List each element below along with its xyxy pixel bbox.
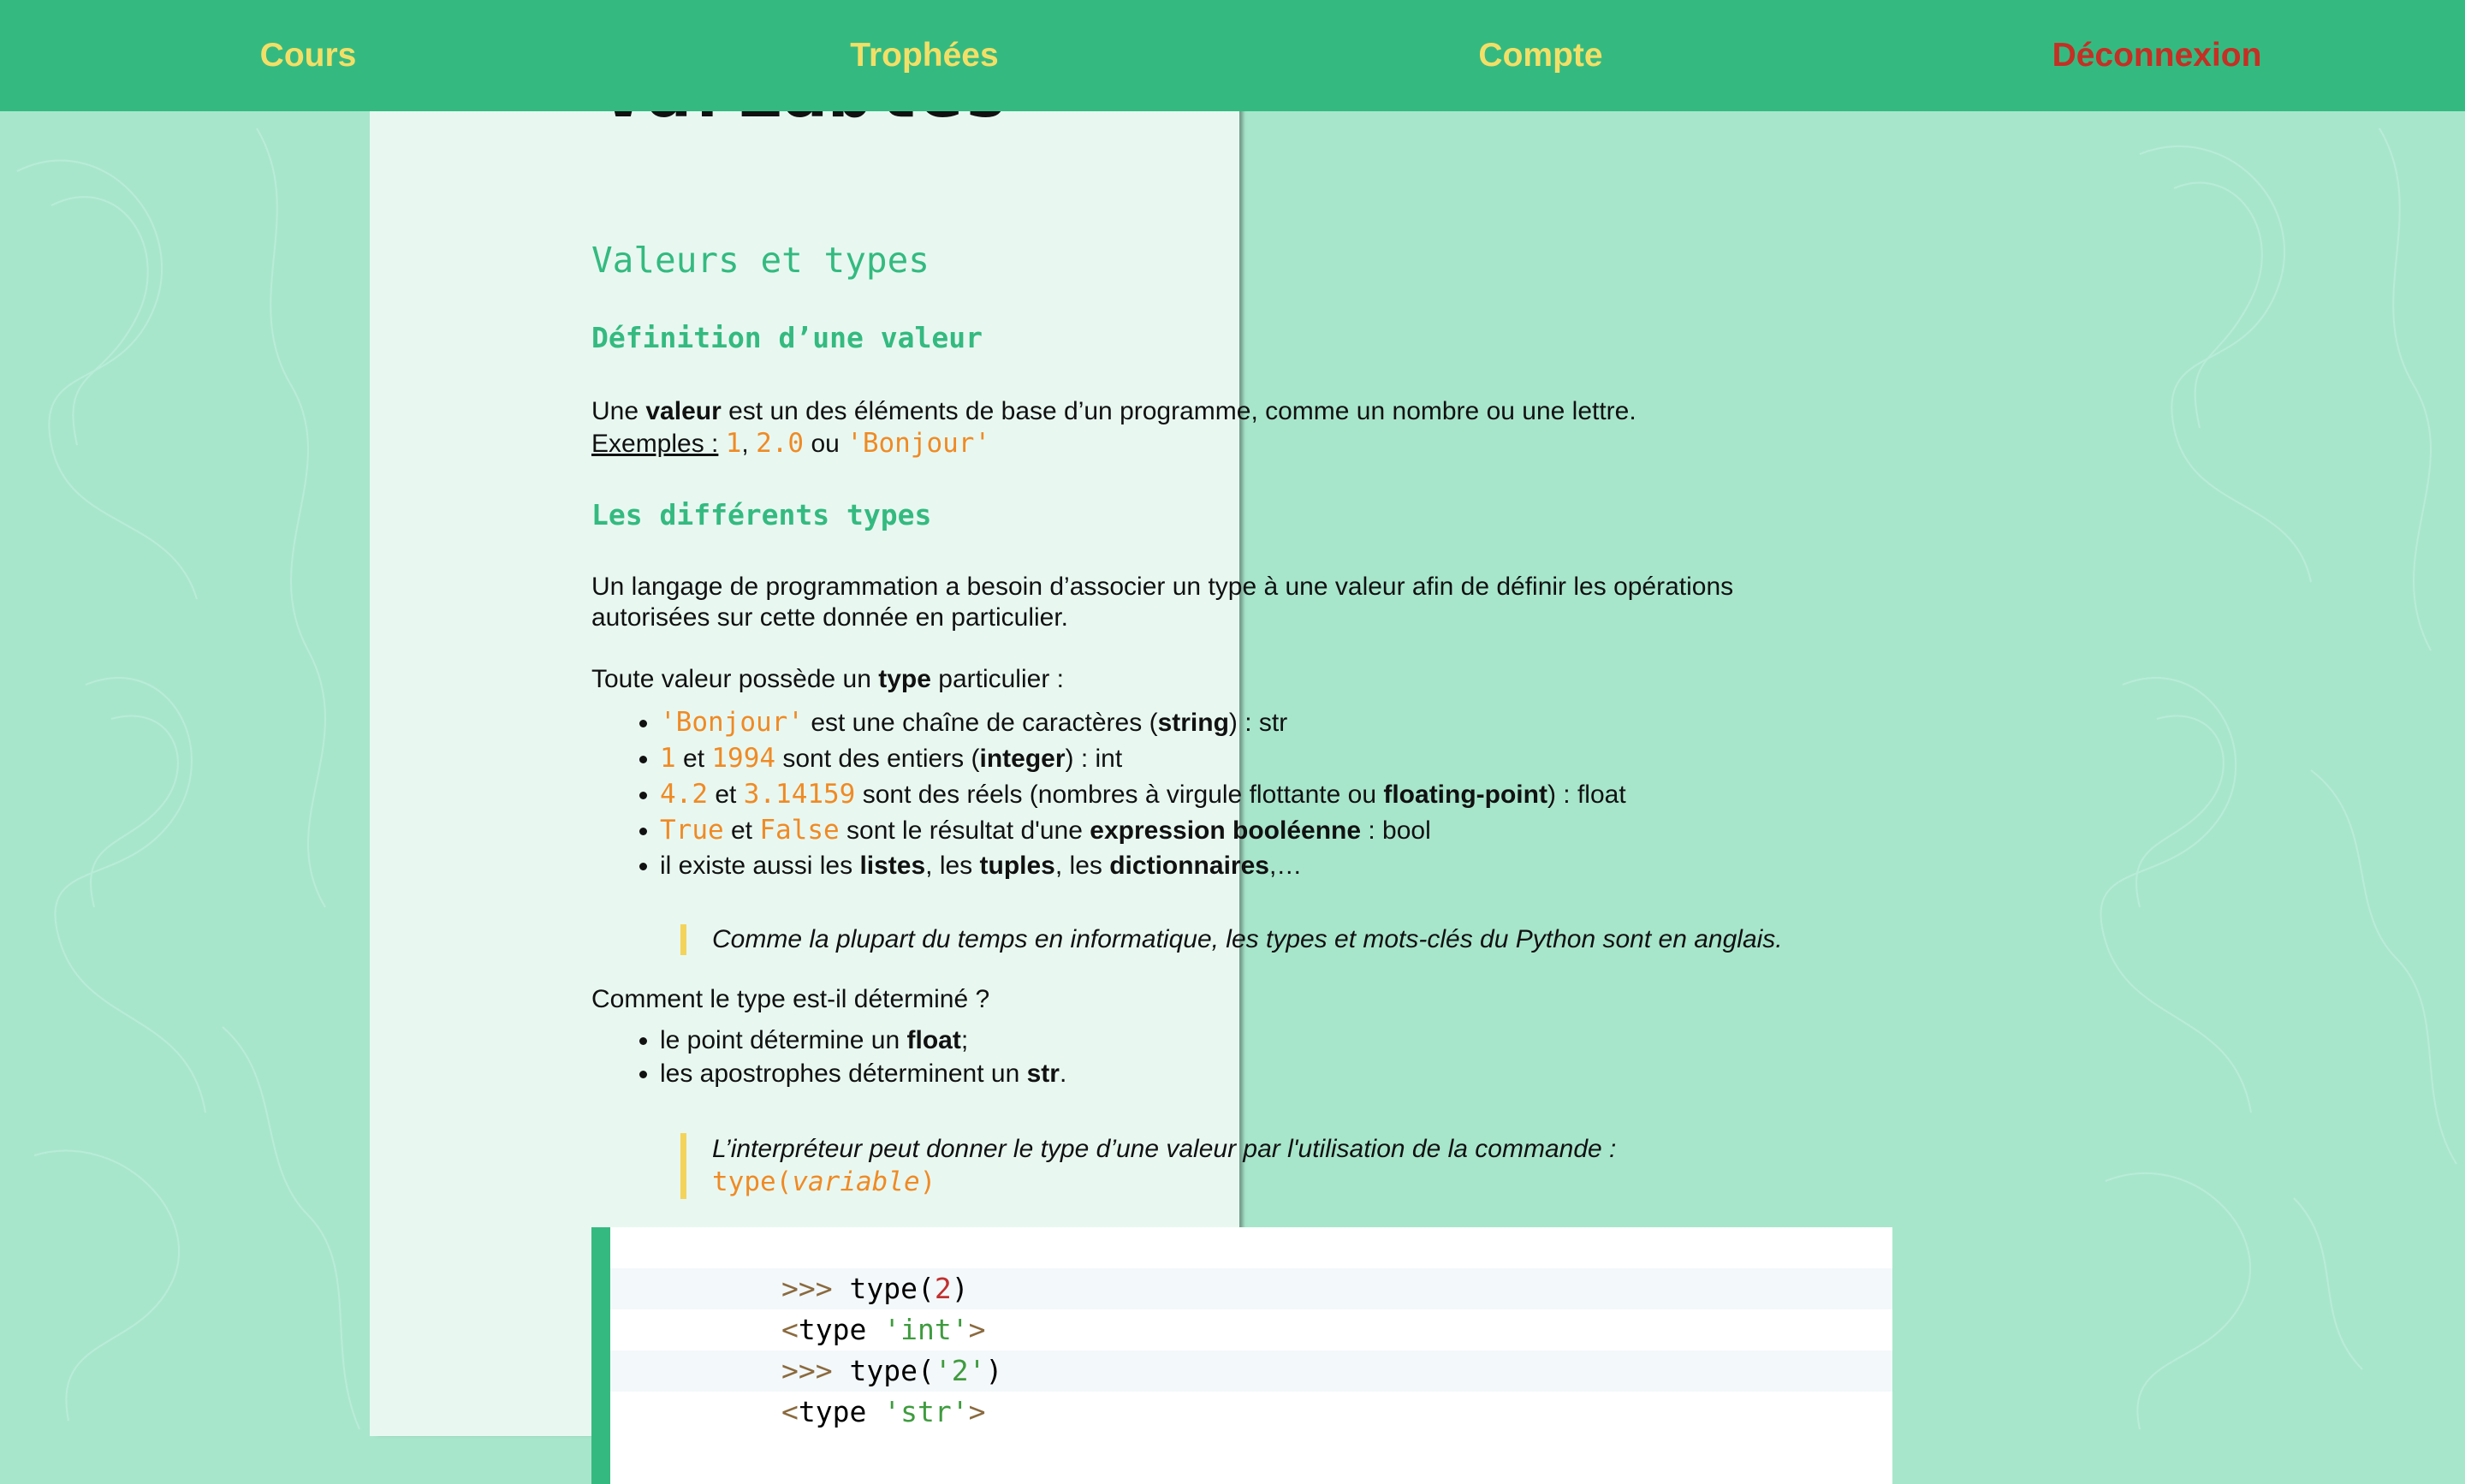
- bold-valeur: valeur: [645, 397, 722, 425]
- text: : bool: [1361, 816, 1431, 845]
- code-text: ): [985, 1354, 1003, 1387]
- code-text: ): [951, 1272, 969, 1305]
- text: ;: [960, 1026, 969, 1054]
- text: et: [723, 816, 760, 845]
- quote-text: L’interpréteur peut donner le type d’une…: [712, 1135, 1617, 1163]
- code-text: <: [781, 1313, 799, 1346]
- code-inline: 3.14159: [743, 779, 856, 810]
- text: sont des réels (nombres à virgule flotta…: [855, 781, 1384, 809]
- text: , les: [1054, 852, 1110, 880]
- text: il existe aussi les: [660, 852, 860, 880]
- text: les apostrophes déterminent un: [660, 1060, 1027, 1088]
- text: ,: [741, 430, 749, 458]
- text: sont des entiers (: [775, 745, 980, 773]
- subheading-types: Les différents types: [591, 498, 932, 531]
- code-example-3: 'Bonjour': [846, 428, 991, 459]
- nav-link-trophees[interactable]: Trophées: [616, 0, 1232, 111]
- prompt: >>>: [781, 1354, 833, 1387]
- prompt: >>>: [781, 1272, 833, 1305]
- code-string: '2': [934, 1354, 986, 1387]
- code-example-1: 1: [725, 428, 742, 459]
- nav-link-compte[interactable]: Compte: [1232, 0, 1849, 111]
- examples-paragraph: Exemples : 1, 2.0 ou 'Bonjour': [591, 428, 990, 460]
- bold: expression booléenne: [1090, 816, 1362, 845]
- code-line: <type 'str'>: [610, 1392, 1892, 1433]
- code-inline: type(: [712, 1166, 793, 1197]
- nav-link-cours[interactable]: Cours: [0, 0, 616, 111]
- list-item: les apostrophes déterminent un str.: [660, 1057, 1066, 1090]
- types-paragraph-2: Toute valeur possède un type particulier…: [591, 664, 1064, 695]
- list-item: True et False sont le résultat d'une exp…: [660, 812, 1626, 848]
- definition-paragraph: Une valeur est un des éléments de base d…: [591, 396, 1636, 427]
- text: le point détermine un: [660, 1026, 907, 1054]
- text: .: [1059, 1060, 1067, 1088]
- text: est une chaîne de caractères (: [803, 709, 1158, 737]
- top-navbar: Cours Trophées Compte Déconnexion: [0, 0, 2465, 111]
- bold: dictionnaires: [1109, 852, 1269, 880]
- list-item: le point détermine un float;: [660, 1024, 1066, 1057]
- text: ,…: [1268, 852, 1303, 880]
- determination-question: Comment le type est-il déterminé ?: [591, 985, 990, 1013]
- subheading-definition: Définition d’une valeur: [591, 321, 983, 354]
- bold: integer: [979, 745, 1066, 773]
- code-text: type: [798, 1313, 884, 1346]
- examples-label: Exemples :: [591, 430, 719, 458]
- content-page: Variables Valeurs et types Définition d’…: [370, 0, 1892, 1484]
- text: , les: [925, 852, 980, 880]
- code-inline: True: [660, 815, 724, 846]
- blockquote-interpreter: L’interpréteur peut donner le type d’une…: [680, 1133, 1616, 1199]
- code-text: type(: [832, 1272, 935, 1305]
- code-example-2: 2.0: [756, 428, 805, 459]
- quote-code: type(variable): [712, 1166, 1616, 1199]
- blockquote-note: Comme la plupart du temps en informatiqu…: [680, 924, 1783, 955]
- section-heading-valeurs-types: Valeurs et types: [591, 240, 930, 281]
- text: Une: [591, 397, 646, 425]
- code-inline: 4.2: [660, 779, 708, 810]
- text: est un des éléments de base d’un program…: [721, 397, 1636, 425]
- code-number: 2: [934, 1272, 952, 1305]
- code-inline: 1: [660, 743, 676, 774]
- list-item: 4.2 et 3.14159 sont des réels (nombres à…: [660, 776, 1626, 812]
- list-item: 1 et 1994 sont des entiers (integer) : i…: [660, 740, 1626, 776]
- code-text: >: [968, 1395, 986, 1428]
- code-block: >>> type(2) <type 'int'> >>> type('2') <…: [591, 1227, 1892, 1484]
- types-list: 'Bonjour' est une chaîne de caractères (…: [591, 704, 1626, 884]
- types-paragraph-line2: autorisées sur cette donnée en particuli…: [591, 603, 1069, 632]
- bold: floating-point: [1383, 781, 1547, 809]
- code-inline: 1994: [711, 743, 776, 774]
- code-text: type: [798, 1395, 884, 1428]
- text: ) : float: [1547, 781, 1626, 809]
- determination-list: le point détermine un float; les apostro…: [591, 1024, 1066, 1090]
- list-item: il existe aussi les listes, les tuples, …: [660, 848, 1626, 884]
- text: Toute valeur possède un: [591, 665, 879, 693]
- bold: str: [1026, 1060, 1060, 1088]
- text: ) : str: [1228, 709, 1288, 737]
- code-inline: ): [919, 1166, 936, 1197]
- code-string: 'int': [883, 1313, 969, 1346]
- code-line: >>> type(2): [610, 1268, 1892, 1309]
- code-string: 'str': [883, 1395, 969, 1428]
- text: et: [708, 781, 744, 809]
- text: particulier :: [930, 665, 1064, 693]
- bold: string: [1157, 709, 1229, 737]
- text: et: [675, 745, 712, 773]
- bold: listes: [859, 852, 926, 880]
- bold: tuples: [979, 852, 1055, 880]
- code-inline-variable: variable: [792, 1166, 920, 1197]
- bold-type: type: [878, 665, 931, 693]
- list-item: 'Bonjour' est une chaîne de caractères (…: [660, 704, 1626, 740]
- code-inline: 'Bonjour': [660, 707, 804, 738]
- code-inline: False: [759, 815, 840, 846]
- bold: float: [906, 1026, 961, 1054]
- code-line: >>> type('2'): [610, 1350, 1892, 1392]
- code-text: <: [781, 1395, 799, 1428]
- nav-link-deconnexion[interactable]: Déconnexion: [1849, 0, 2465, 111]
- code-text: type(: [832, 1354, 935, 1387]
- types-paragraph-line1: Un langage de programmation a besoin d’a…: [591, 573, 1734, 601]
- text: ) : int: [1065, 745, 1123, 773]
- text: ou: [811, 430, 840, 458]
- code-line: <type 'int'>: [610, 1309, 1892, 1350]
- text: sont le résultat d'une: [839, 816, 1090, 845]
- code-text: >: [968, 1313, 986, 1346]
